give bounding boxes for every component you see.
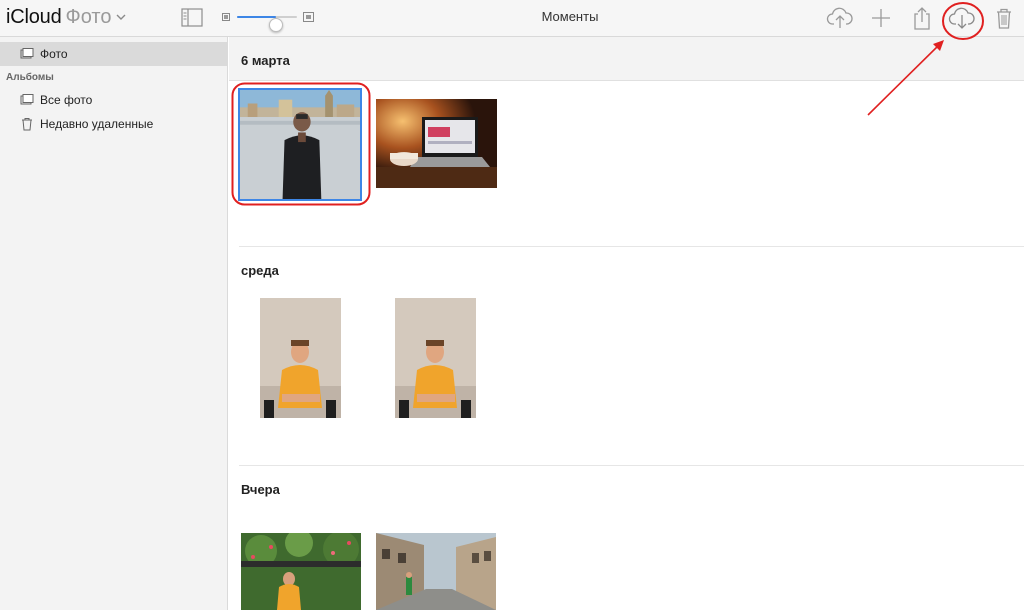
sidebar-toggle-icon[interactable] [181, 8, 203, 27]
moment-header: Вчера [241, 482, 280, 497]
sidebar-item-all-photos[interactable]: Все фото [0, 88, 228, 112]
top-toolbar: iCloud Фото Моменты [0, 0, 1024, 37]
share-icon[interactable] [908, 4, 936, 32]
sidebar-item-label: Фото [40, 47, 68, 61]
trash-icon [22, 118, 32, 131]
album-icon [20, 94, 34, 105]
sidebar-section-albums: Альбомы [6, 72, 54, 83]
zoom-large-icon [303, 12, 314, 22]
app-brand[interactable]: iCloud Фото [6, 6, 127, 29]
sidebar: Фото Альбомы Все фото Недавно удаленные [0, 37, 228, 610]
moment-header: 6 марта [229, 37, 1024, 81]
download-cloud-icon[interactable] [948, 4, 976, 32]
laptop-night-photo[interactable] [376, 99, 497, 188]
zoom-track[interactable] [237, 16, 297, 32]
chevron-down-icon[interactable] [115, 11, 127, 23]
sidebar-item-label: Недавно удаленные [40, 117, 154, 131]
man-yellow-shirt-photo-1[interactable] [260, 298, 341, 418]
zoom-track-fill [237, 16, 276, 18]
zoom-small-icon [222, 13, 230, 21]
trash-icon[interactable] [990, 4, 1018, 32]
sidebar-item-recently-deleted[interactable]: Недавно удаленные [0, 112, 228, 136]
street-photo[interactable] [376, 533, 496, 610]
sidebar-item-photos[interactable]: Фото [0, 42, 228, 66]
zoom-slider[interactable] [222, 8, 314, 32]
page-title: Моменты [541, 9, 599, 24]
moment-header: среда [241, 263, 279, 278]
sidebar-item-label: Все фото [40, 93, 93, 107]
add-icon[interactable] [867, 4, 895, 32]
moments-view: 6 марта среда Вчера [229, 37, 1024, 610]
man-in-garden-photo[interactable] [241, 533, 361, 610]
photos-icon [20, 48, 34, 59]
zoom-slider-knob[interactable] [269, 18, 283, 32]
brand-app-name: Фото [65, 6, 112, 28]
upload-cloud-icon[interactable] [826, 4, 854, 32]
brand-icloud: iCloud [6, 6, 62, 28]
man-yellow-shirt-photo-2[interactable] [395, 298, 476, 418]
man-by-river-photo[interactable] [238, 88, 362, 201]
